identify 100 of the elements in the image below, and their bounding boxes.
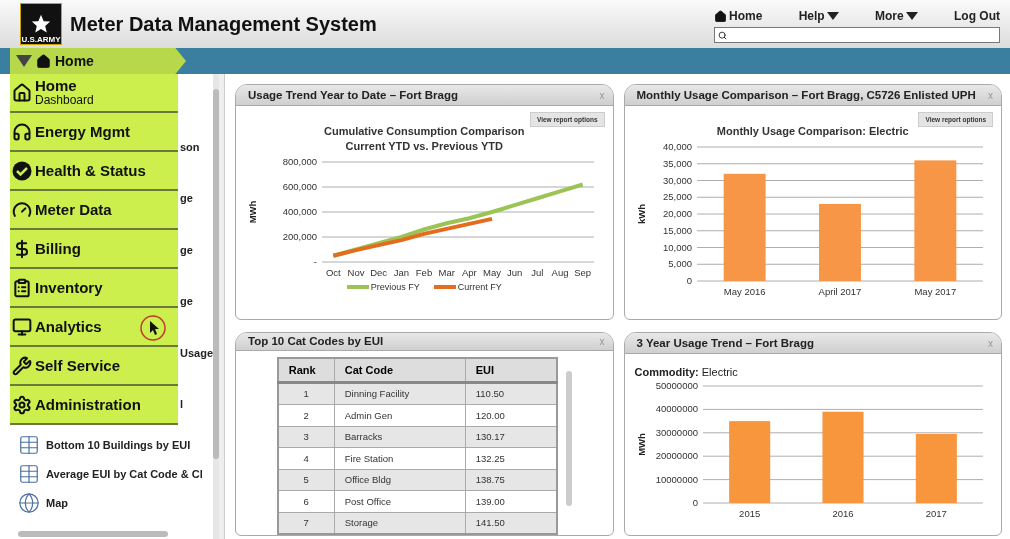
gauge-icon xyxy=(12,199,32,220)
axis-tick-label: 10,000 xyxy=(662,241,692,253)
axis-tick-label: 15,000 xyxy=(662,224,692,236)
axis-tick-label: Aug xyxy=(551,267,569,278)
wrench-icon xyxy=(12,355,32,376)
axis-tick-label: 2017 xyxy=(925,508,947,519)
axis-tick-label: Jul xyxy=(531,267,544,278)
sidebar-item[interactable]: Bottom 10 Buildings by EUI xyxy=(0,430,214,459)
axis-tick-label: - xyxy=(314,256,318,267)
caret-icon xyxy=(16,55,32,67)
axis-tick-label: 35,000 xyxy=(662,157,692,169)
axis-tick-label: May xyxy=(483,267,502,278)
menu-item[interactable]: Inventory xyxy=(10,269,178,308)
menu-label: Billing xyxy=(35,240,81,257)
menu-item[interactable]: Energy Mgmt xyxy=(10,113,178,152)
axis-tick-label: 30000000 xyxy=(655,426,698,438)
menu-sublabel: Dashboard xyxy=(35,92,94,107)
headset-icon xyxy=(12,121,32,142)
menu-label: Health & Status xyxy=(35,162,146,179)
chart-title: Monthly Usage Comparison: Electric xyxy=(715,124,910,139)
axis-tick-label: 10000000 xyxy=(655,473,698,485)
axis-tick-label: Oct xyxy=(326,267,341,278)
panel-title: Monthly Usage Comparison – Fort Bragg, C5726 Enlisted UPH xyxy=(636,89,976,101)
axis-title: kWh xyxy=(635,203,647,225)
axis-tick-label: 2015 xyxy=(738,508,760,519)
axis-tick-label: 40,000 xyxy=(662,141,692,152)
menu-label: Home xyxy=(35,78,78,93)
search-field[interactable] xyxy=(714,27,1000,43)
sidebar-item[interactable]: Map xyxy=(0,488,214,517)
axis-title: MWh xyxy=(247,200,259,224)
nav-link[interactable]: More xyxy=(875,9,918,23)
menu-item[interactable]: Health & Status xyxy=(10,152,178,191)
table-icon xyxy=(18,433,40,456)
axis-tick-label: 0 xyxy=(692,497,698,508)
nav-link[interactable]: Help xyxy=(798,9,839,23)
menu-label: Energy Mgmt xyxy=(35,123,130,140)
legend-label: Current FY xyxy=(457,282,502,292)
gear-icon xyxy=(12,394,32,415)
column-header: Cat Code xyxy=(334,357,466,382)
nav-link[interactable]: Log Out xyxy=(954,9,1000,23)
panel-title: Top 10 Cat Codes by EUI xyxy=(248,335,384,348)
menu-item[interactable]: Administration xyxy=(10,386,178,425)
axis-tick-label: Sep xyxy=(574,267,592,278)
table-icon xyxy=(18,462,40,485)
axis-tick-label: 20000000 xyxy=(655,450,698,462)
axis-tick-label: 50000000 xyxy=(655,380,698,391)
app-title: Meter Data Management System xyxy=(70,12,378,36)
axis-title: MWh xyxy=(635,433,647,456)
panel-title: Usage Trend Year to Date – Fort Bragg xyxy=(248,89,459,101)
axis-tick-label: 40000000 xyxy=(655,403,698,415)
house-icon xyxy=(36,53,51,69)
axis-tick-label: Apr xyxy=(462,267,477,278)
axis-tick-label: 20,000 xyxy=(662,208,692,219)
legend-swatch xyxy=(346,285,369,289)
table-cell: 3 xyxy=(277,426,335,448)
axis-tick-label: Nov xyxy=(347,267,365,278)
breadcrumb-tab[interactable]: Home xyxy=(10,48,186,74)
axis-tick-label: May 2017 xyxy=(914,286,956,297)
axis-tick-label: Jun xyxy=(507,267,523,278)
commodity-label: Commodity: Electric xyxy=(634,366,738,378)
house-icon xyxy=(12,82,32,103)
sidebar-item[interactable]: Average EUI by Cat Code & Cl xyxy=(0,459,214,488)
axis-tick-label: Feb xyxy=(416,267,433,278)
menu-item[interactable]: Home Dashboard xyxy=(10,74,178,113)
menu-label: Inventory xyxy=(35,279,103,296)
menu-item[interactable]: Analytics xyxy=(10,308,178,347)
table-cell: 6 xyxy=(277,490,335,512)
table-cell: 5 xyxy=(277,469,335,491)
axis-tick-label: May 2016 xyxy=(723,286,766,297)
caret-icon xyxy=(826,12,839,20)
axis-tick-label: 5,000 xyxy=(667,258,692,270)
column-header: Rank xyxy=(277,357,335,382)
legend-swatch xyxy=(433,285,456,289)
menu-item[interactable]: Billing xyxy=(10,230,178,269)
menu-label: Self Service xyxy=(35,357,121,374)
axis-tick-label: 0 xyxy=(686,275,692,286)
nav-link[interactable]: Home xyxy=(714,9,763,23)
axis-tick-label: 2016 xyxy=(832,508,854,519)
axis-tick-label: 800,000 xyxy=(282,156,318,167)
table-cell: Dinning Facility xyxy=(334,382,466,405)
panel-title: 3 Year Usage Trend – Fort Bragg xyxy=(636,337,814,349)
column-header: EUI xyxy=(465,357,557,382)
menu-label: Meter Data xyxy=(35,201,112,218)
army-logo: U.S.ARMY xyxy=(20,3,62,45)
axis-tick-label: Jan xyxy=(393,267,410,278)
clipboard-icon xyxy=(12,277,32,298)
axis-tick-label: 400,000 xyxy=(282,206,318,217)
axis-tick-label: 30,000 xyxy=(662,174,692,186)
menu-item[interactable]: Self Service xyxy=(10,347,178,386)
axis-tick-label: Mar xyxy=(438,267,456,278)
menu-label: Administration xyxy=(35,396,141,413)
menu-label: Analytics xyxy=(35,318,102,335)
globe-icon xyxy=(18,491,40,514)
table-cell: 1 xyxy=(277,382,335,405)
table-cell: 2 xyxy=(277,404,335,426)
axis-tick-label: April 2017 xyxy=(818,286,862,297)
axis-tick-label: Dec xyxy=(370,267,388,278)
menu-item[interactable]: Meter Data xyxy=(10,191,178,230)
axis-tick-label: 200,000 xyxy=(282,231,318,242)
search-icon xyxy=(718,30,727,40)
